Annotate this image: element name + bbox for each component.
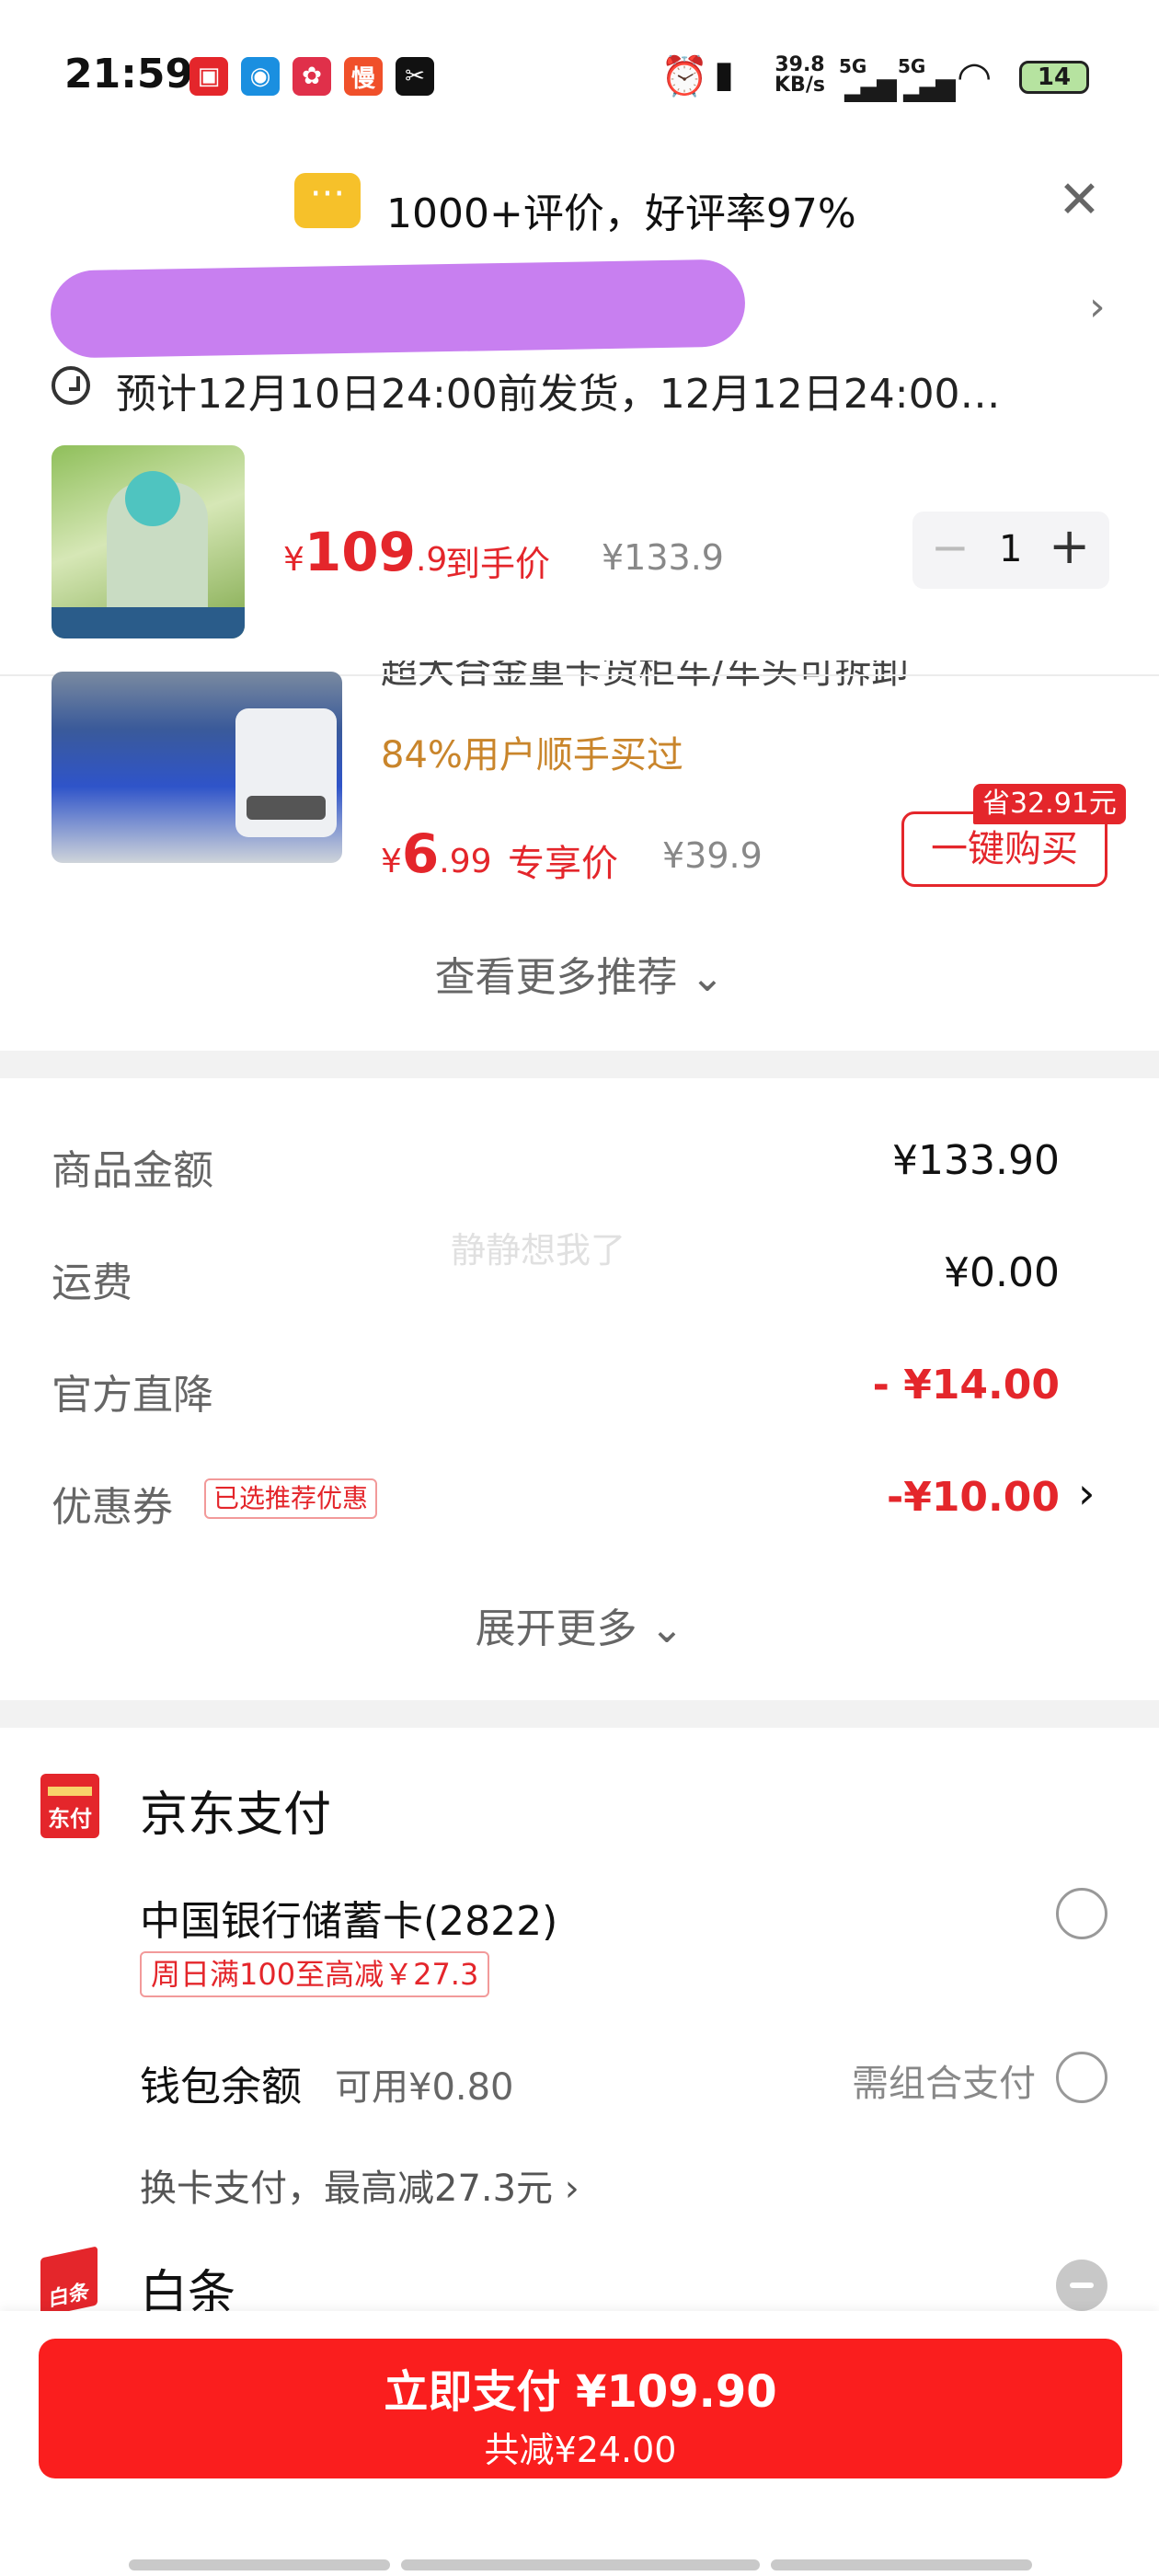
item1-price: ¥109.9 <box>283 521 447 583</box>
item1-price-label: 到手价 <box>445 544 551 584</box>
switch-card-link[interactable]: 换卡支付，最高减27.3元 › <box>140 2158 580 2212</box>
message-icon: ··· <box>294 173 361 228</box>
wallet-radio[interactable] <box>1056 2052 1107 2103</box>
product-image-banner <box>52 607 245 638</box>
wallet-balance-option[interactable]: 钱包余额 <box>140 2053 302 2112</box>
man-icon: 慢 <box>344 57 383 96</box>
robot-icon: ◉ <box>241 57 280 96</box>
section-gap <box>0 1700 1159 1728</box>
quantity-minus-button[interactable]: − <box>931 521 970 574</box>
summary-value-discount: - ¥14.00 <box>872 1362 1060 1409</box>
summary-label-shipping: 运费 <box>52 1259 132 1306</box>
jd-pay-logo-label: 东付 <box>48 1806 92 1832</box>
summary-value-shipping: ¥0.00 <box>944 1249 1060 1296</box>
product-image-truck-cab <box>235 708 337 837</box>
item1-price-dec: .9 <box>415 541 448 579</box>
item1-currency: ¥ <box>283 541 304 579</box>
product-image-figure-head <box>125 471 180 526</box>
net-speed-unit: KB/s <box>775 74 825 97</box>
item2-currency: ¥ <box>381 843 402 880</box>
quantity-value[interactable]: 1 <box>999 528 1022 570</box>
nav-gesture-bar[interactable] <box>401 2559 760 2570</box>
bank-card-radio[interactable] <box>1056 1888 1107 1939</box>
save-badge: 省32.91元 <box>973 784 1126 824</box>
gift-icon: ✿ <box>293 57 331 96</box>
more-recommendations-link[interactable]: 查看更多推荐 ⌄ <box>0 944 1159 1003</box>
redacted-address[interactable] <box>50 259 746 359</box>
jd-icon: ▣ <box>189 57 228 96</box>
bank-card-option[interactable]: 中国银行储蓄卡(2822) <box>140 1888 557 1947</box>
nav-gesture-bar[interactable] <box>771 2559 1032 2570</box>
baitiao-logo-icon: 白条 <box>40 2246 98 2317</box>
chevron-right-icon[interactable]: › <box>1078 1468 1095 1518</box>
bank-promo-tag: 周日满100至高减￥27.3 <box>140 1951 490 1997</box>
wallet-available: 可用¥0.80 <box>335 2066 514 2109</box>
chevron-right-icon[interactable]: › <box>1089 283 1106 330</box>
total-saved-label: 共减¥24.00 <box>484 2430 677 2470</box>
review-summary: 1000+评价，好评率97% <box>386 190 856 237</box>
item1-price-int: 109 <box>304 521 416 583</box>
summary-label-coupon[interactable]: 优惠券 <box>52 1474 173 1533</box>
status-time: 21:59 <box>64 51 194 98</box>
nav-gesture-bar[interactable] <box>129 2559 390 2570</box>
summary-value-coupon[interactable]: -¥10.00 <box>887 1474 1060 1521</box>
product-image-truck[interactable] <box>52 672 342 863</box>
capcut-icon: ✂ <box>396 57 434 96</box>
net-speed-value: 39.8 <box>775 53 825 76</box>
vibrate-icon: ▮ <box>714 53 735 96</box>
expand-more-link[interactable]: 展开更多 ⌄ <box>0 1595 1159 1654</box>
quantity-stepper: − 1 + <box>912 512 1109 589</box>
alarm-icon: ⏰ <box>660 53 709 98</box>
summary-label-goods: 商品金额 <box>52 1147 213 1194</box>
jd-pay-logo-icon: 东付 <box>40 1774 99 1838</box>
item2-subtitle: 84%用户顺手买过 <box>381 734 683 776</box>
item2-price: ¥6.99 <box>381 822 492 885</box>
pay-now-label: 立即支付 ¥109.90 <box>384 2366 777 2418</box>
net-speed: 39.8 KB/s <box>775 55 825 96</box>
shipping-estimate: 预计12月10日24:00前发货，12月12日24:00… <box>116 371 1001 418</box>
summary-label-discount: 官方直降 <box>52 1372 213 1419</box>
watermark: 静静想我了 <box>451 1230 626 1271</box>
section-gap <box>0 1051 1159 1078</box>
quantity-plus-button[interactable]: + <box>1049 517 1090 575</box>
collapse-icon[interactable] <box>1056 2260 1107 2311</box>
combined-pay-note: 需组合支付 <box>852 2063 1036 2105</box>
summary-value-goods: ¥133.90 <box>892 1137 1060 1184</box>
item2-price-dec: .99 <box>439 843 492 880</box>
clock-icon <box>52 366 90 405</box>
pay-now-button[interactable]: 立即支付 ¥109.90 共减¥24.00 <box>39 2339 1122 2478</box>
battery-icon: 14 <box>1019 61 1089 94</box>
signal-icon-1: ▂▄▆ <box>844 72 897 102</box>
battery-level: 14 <box>1037 63 1072 91</box>
signal-icon-2: ▂▄▆ <box>903 72 956 102</box>
jd-pay-logo-stripe <box>48 1787 92 1796</box>
product-image-jacket[interactable] <box>52 445 245 638</box>
item2-price-label: 专享价 <box>508 843 618 885</box>
coupon-recommended-tag: 已选推荐优惠 <box>204 1478 378 1519</box>
wifi-icon: ◠ <box>957 53 993 100</box>
item2-price-int: 6 <box>401 822 440 885</box>
jd-pay-title: 京东支付 <box>140 1788 332 1843</box>
close-icon[interactable]: ✕ <box>1058 175 1101 226</box>
item1-original-price: ¥133.9 <box>602 537 724 578</box>
item2-original-price: ¥39.9 <box>662 835 763 876</box>
